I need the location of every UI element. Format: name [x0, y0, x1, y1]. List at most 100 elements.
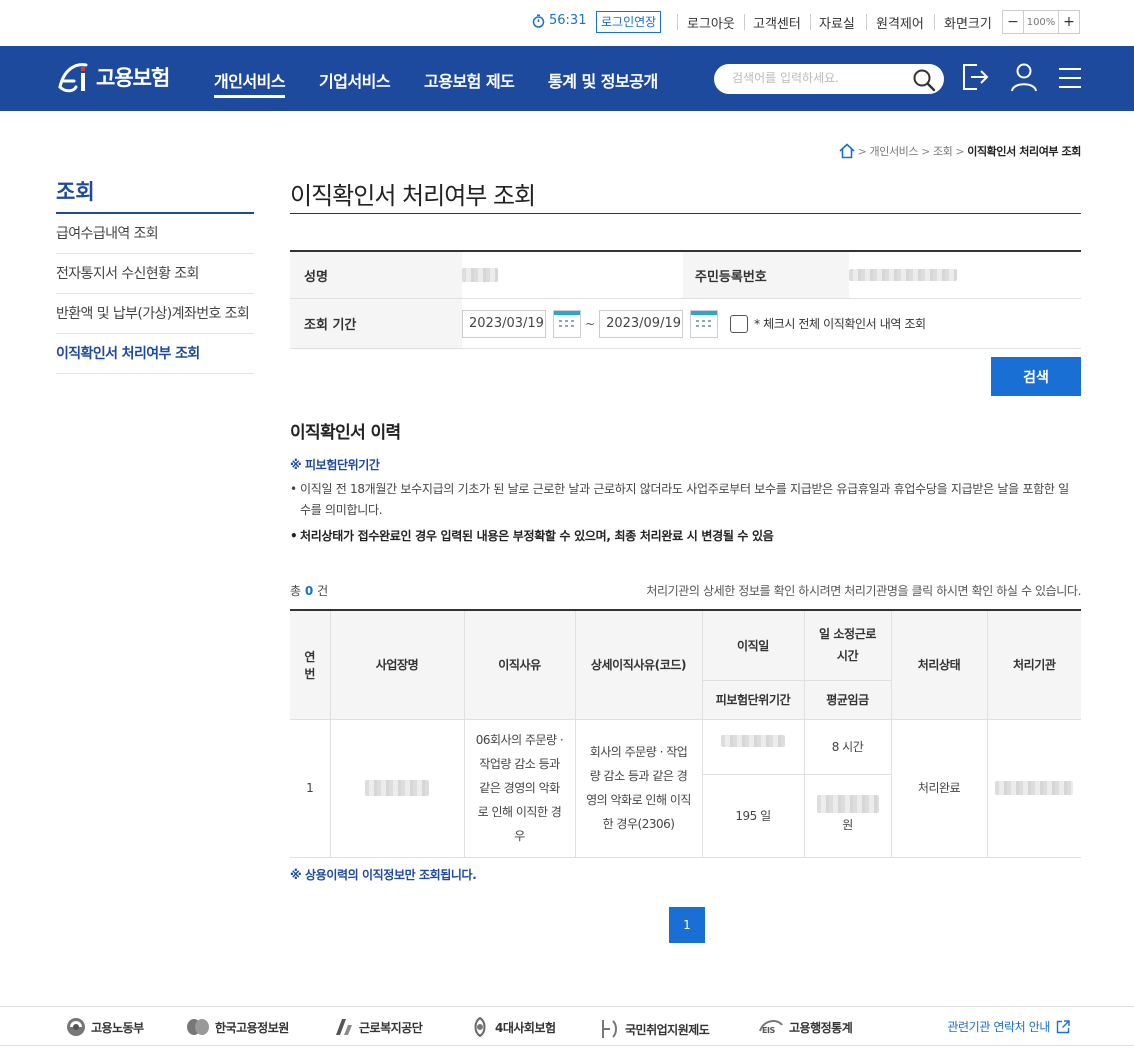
logout-icon[interactable]	[961, 62, 989, 92]
search-icon[interactable]	[912, 68, 936, 92]
calendar-icon[interactable]	[690, 309, 719, 338]
zoom-out-button[interactable]: −	[1003, 11, 1023, 33]
calendar-icon[interactable]	[553, 309, 581, 338]
history-table: 연번 사업장명 이직사유 상세이직사유(코드) 이직일 일 소정근로 시간 처리…	[290, 609, 1081, 858]
search-button[interactable]: 검색	[991, 357, 1081, 396]
search-input[interactable]	[732, 71, 902, 85]
footer-link-keis[interactable]: 한국고용정보원	[186, 1017, 289, 1037]
table-row: 1 06회사의 주문량 · 작업량 감소 등과 같은 경영의 악화로 인해 이직…	[290, 718, 1081, 858]
footer-link-kua[interactable]: 국민취업지원제도	[600, 1017, 710, 1041]
divider	[866, 14, 867, 30]
th-avg-wage: 평균임금	[803, 680, 891, 720]
footer-link-label: 고용행정통계	[789, 1020, 853, 1035]
hamburger-menu-icon[interactable]	[1058, 66, 1082, 90]
th-no: 연번	[290, 610, 331, 720]
note-heading: ※ 피보험단위기간	[290, 458, 380, 472]
session-timer: 56:31	[532, 13, 586, 28]
name-label: 성명	[290, 252, 462, 298]
footer-link-label: 한국고용정보원	[215, 1020, 289, 1035]
leave-date-masked	[721, 734, 785, 747]
form-row: 성명 주민등록번호	[290, 252, 1081, 299]
sidebar-item-e-notice[interactable]: 전자통지서 수신현황 조회	[56, 254, 254, 294]
resources-link[interactable]: 자료실	[819, 13, 855, 32]
cell-leave-date	[701, 718, 805, 775]
total-count: 총 0 건	[290, 582, 328, 599]
cell-no: 1	[290, 718, 331, 858]
menu-statistics[interactable]: 통계 및 정보공개	[548, 68, 658, 92]
zoom-in-button[interactable]: +	[1059, 11, 1079, 33]
menu-business-service[interactable]: 기업서비스	[319, 68, 391, 92]
cell-reason: 06회사의 주문량 · 작업량 감소 등과 같은 경영의 악화로 인해 이직한 …	[463, 718, 576, 858]
range-separator: ~	[585, 316, 596, 331]
sidebar-title: 조회	[56, 176, 254, 214]
cell-company	[329, 718, 465, 858]
user-icon[interactable]	[1010, 62, 1038, 92]
date-to-field[interactable]: 2023/09/19	[599, 309, 684, 338]
check-all-checkbox[interactable]	[730, 314, 749, 333]
screen-size-label: 화면크기	[944, 17, 992, 32]
footer-link-label: 고용노동부	[91, 1020, 144, 1035]
th-status: 처리상태	[890, 610, 988, 720]
utility-bar: 56:31 로그인연장 로그아웃 고객센터 자료실 원격제어 화면크기 − 10…	[0, 0, 1134, 46]
divider	[934, 14, 935, 30]
search-form: 성명 주민등록번호 조회 기간 2023/03/19 ~ 2023/09/19 …	[290, 250, 1081, 349]
agency-masked[interactable]	[995, 781, 1074, 795]
th-work-hours: 일 소정근로 시간	[803, 610, 892, 681]
related-contacts-label: 관련기관 연락처 안내	[947, 1020, 1050, 1034]
th-insured-period: 피보험단위기간	[702, 680, 805, 720]
footer-link-eis[interactable]: EIS 고용행정통계	[758, 1017, 853, 1037]
cell-detail-reason: 회사의 주문량 · 작업량 감소 등과 같은 경영의 악화로 인해 이직한 경우…	[574, 718, 703, 858]
period-label: 조회 기간	[290, 299, 462, 348]
site-logo[interactable]: 고용보험	[56, 59, 170, 95]
page-button-current[interactable]: 1	[669, 907, 705, 943]
search-box	[714, 64, 944, 94]
breadcrumb: > 개인서비스 > 조회 > 이직확인서 처리여부 조회	[839, 143, 1081, 159]
cell-insured-period: 195 일	[702, 773, 805, 858]
footer-link-comwel[interactable]: 근로복지공단	[334, 1017, 423, 1037]
home-icon[interactable]	[839, 143, 855, 159]
main-navigation: 고용보험 개인서비스 기업서비스 고용보험 제도 통계 및 정보공개	[0, 46, 1134, 111]
name-value-masked	[462, 268, 498, 282]
login-extend-button[interactable]: 로그인연장	[596, 11, 662, 33]
logout-link[interactable]: 로그아웃	[687, 13, 735, 32]
breadcrumb-item[interactable]: 개인서비스	[870, 143, 919, 159]
logo-text: 고용보험	[96, 66, 170, 90]
footer-link-moel[interactable]: 고용노동부	[66, 1017, 144, 1037]
rrn-label: 주민등록번호	[683, 252, 849, 298]
table-hint: 처리기관의 상세한 정보를 확인 하시려면 처리기관명을 클릭 하시면 확인 하…	[646, 584, 1081, 598]
timer-value: 56:31	[549, 13, 587, 28]
footer-links: 고용노동부 한국고용정보원 근로복지공단 4대사회보험 국민취업지원제도 EIS…	[0, 1006, 1134, 1046]
sidebar: 조회 급여수급내역 조회 전자통지서 수신현황 조회 반환액 및 납부(가상)계…	[56, 176, 254, 374]
section-title: 이직확인서 이력	[290, 423, 401, 443]
footer-link-4insure[interactable]: 4대사회보험	[470, 1017, 556, 1037]
insure-logo-icon	[474, 1017, 486, 1037]
remote-control-link[interactable]: 원격제어	[876, 13, 924, 32]
sidebar-item-benefit-history[interactable]: 급여수급내역 조회	[56, 214, 254, 254]
footer-link-label: 국민취업지원제도	[625, 1022, 710, 1037]
cell-agency[interactable]	[986, 718, 1081, 858]
note-line: 이직일 전 18개월간 보수지급의 기초가 된 날로 근로한 날과 근로하지 않…	[290, 479, 1070, 521]
th-leave-date: 이직일	[701, 610, 805, 681]
sidebar-item-separation-cert[interactable]: 이직확인서 처리여부 조회	[56, 334, 254, 374]
svg-text:EIS: EIS	[762, 1026, 775, 1035]
customer-center-link[interactable]: 고객센터	[753, 13, 801, 32]
menu-personal-service[interactable]: 개인서비스	[214, 68, 286, 98]
date-from-field[interactable]: 2023/03/19	[462, 309, 546, 338]
wage-unit: 원	[842, 817, 853, 832]
breadcrumb-item[interactable]: 조회	[933, 143, 953, 159]
menu-insurance-system[interactable]: 고용보험 제도	[424, 68, 515, 92]
cell-avg-wage: 원	[803, 773, 891, 858]
comwel-logo-icon	[336, 1019, 352, 1035]
zoom-value: 100%	[1023, 11, 1059, 33]
zoom-control: − 100% +	[1002, 10, 1080, 34]
footer-link-label: 근로복지공단	[359, 1020, 423, 1035]
related-contacts-link[interactable]: 관련기관 연락처 안내	[947, 1018, 1070, 1035]
cell-status: 처리완료	[890, 718, 988, 858]
sidebar-item-refund-account[interactable]: 반환액 및 납부(가상)계좌번호 조회	[56, 294, 254, 334]
th-company: 사업장명	[329, 610, 465, 720]
breadcrumb-current: 이직확인서 처리여부 조회	[967, 145, 1081, 158]
external-link-icon	[1056, 1019, 1070, 1033]
company-masked	[365, 780, 429, 796]
form-row: 조회 기간 2023/03/19 ~ 2023/09/19 * 체크시 전체 이…	[290, 299, 1081, 349]
divider	[677, 14, 678, 30]
